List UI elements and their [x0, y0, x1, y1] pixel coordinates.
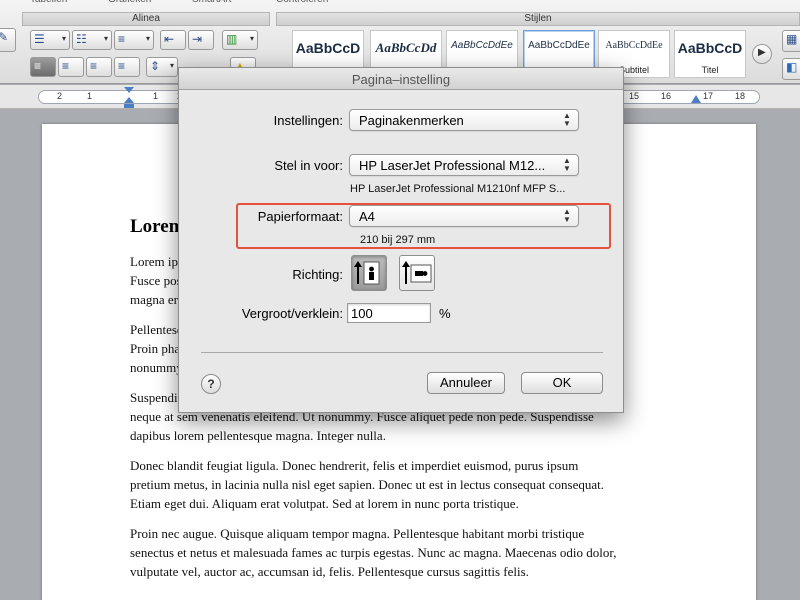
- ribbon-tabs: Tabellen Grafieken SmartArt Controleren: [0, 0, 800, 8]
- style-sample: AaBbCcDdEe: [451, 40, 513, 51]
- style-sample: AaBbCcDd: [375, 40, 437, 55]
- format-painter-icon: ✎: [0, 30, 9, 44]
- scale-unit: %: [439, 306, 451, 321]
- justify-icon: ≡: [118, 59, 126, 73]
- ok-button[interactable]: OK: [521, 372, 603, 394]
- style-sample: AaBbCcDdEe: [605, 40, 663, 51]
- outdent-icon: ⇤: [164, 32, 175, 46]
- styles-next-button[interactable]: ▶: [752, 44, 772, 64]
- landscape-icon: [402, 261, 432, 284]
- scale-value: 100: [351, 306, 373, 321]
- styles-pane-icon: ▦: [786, 32, 798, 46]
- paragraph-line: dapibus lorem pellentesque magna. Intege…: [130, 428, 386, 443]
- multilevel-list-button[interactable]: ≡ ▾: [114, 30, 154, 50]
- style-sample: AaBbCcDdEe: [528, 40, 590, 51]
- style-title[interactable]: AaBbCcD Titel: [674, 30, 746, 78]
- portrait-icon: [354, 261, 380, 285]
- align-center-button[interactable]: ≡: [58, 57, 84, 77]
- paragraph-line: Etiam eget dui. Aliquam erat volutpat. S…: [130, 496, 519, 511]
- numbering-button[interactable]: ☷ ▾: [72, 30, 112, 50]
- format-for-value: HP LaserJet Professional M12...: [359, 158, 546, 173]
- tab-smartart[interactable]: SmartArt: [192, 0, 231, 8]
- line-spacing-button[interactable]: ⇕ ▾: [146, 57, 178, 77]
- styles-pane-button[interactable]: ▦: [782, 30, 800, 52]
- play-right-icon: ▶: [758, 47, 766, 58]
- right-indent-marker-icon[interactable]: [691, 95, 701, 103]
- bullets-button[interactable]: ☰ ▾: [30, 30, 70, 50]
- format-painter-button[interactable]: ✎: [0, 28, 16, 52]
- chevron-down-icon: ▾: [61, 34, 66, 43]
- orientation-label: Richting:: [292, 267, 343, 282]
- styles-manage-icon: ◧: [786, 60, 798, 74]
- increase-indent-button[interactable]: ⇥: [188, 30, 214, 50]
- chevron-down-icon: ▾: [169, 61, 174, 70]
- indent-marker-icon[interactable]: [123, 87, 135, 109]
- align-left-button[interactable]: ≡: [30, 57, 56, 77]
- ruler-number: 15: [629, 91, 640, 101]
- paragraph: Proin nec augue. Quisque aliquam tempor …: [130, 524, 678, 581]
- dialog-title-bar[interactable]: Pagina–instelling: [179, 68, 623, 90]
- ruler-number: 17: [703, 91, 714, 101]
- chevron-down-icon: ▾: [249, 34, 254, 43]
- tab-grafieken[interactable]: Grafieken: [108, 0, 151, 8]
- paragraph-line: senectus et netus et malesuada fames ac …: [130, 545, 617, 560]
- align-right-icon: ≡: [90, 59, 98, 73]
- ruler-number: 18: [735, 91, 746, 101]
- paragraph-line: Donec blandit feugiat ligula. Donec hend…: [130, 458, 579, 473]
- updown-arrows-icon: ▲ ▼: [563, 156, 571, 173]
- indent-icon: ⇥: [192, 32, 203, 46]
- columns-button[interactable]: ▥ ▾: [222, 30, 258, 50]
- dialog-separator: [201, 352, 603, 353]
- style-sample: AaBbCcD: [677, 40, 743, 56]
- align-left-icon: ≡: [34, 59, 42, 73]
- ruler-number: 1: [153, 91, 159, 101]
- multilevel-list-icon: ≡: [118, 32, 126, 46]
- scale-input[interactable]: 100: [347, 303, 431, 323]
- scale-label: Vergroot/verklein:: [241, 306, 343, 321]
- ruler-number: 2: [57, 91, 63, 101]
- paragraph: Donec blandit feugiat ligula. Donec hend…: [130, 456, 678, 513]
- numbered-list-icon: ☷: [76, 32, 87, 46]
- updown-arrows-icon: ▲ ▼: [563, 111, 571, 128]
- bullet-list-icon: ☰: [34, 32, 45, 46]
- settings-label: Instellingen:: [273, 113, 343, 128]
- group-title-stijlen: Stijlen: [276, 12, 800, 26]
- orientation-portrait-button[interactable]: [351, 255, 387, 291]
- dialog-title: Pagina–instelling: [351, 72, 451, 87]
- justify-button[interactable]: ≡: [114, 57, 140, 77]
- paragraph-line: vulputate vel, auctor ac, accumsan id, f…: [130, 564, 529, 579]
- format-for-label: Stel in voor:: [274, 158, 343, 173]
- chevron-down-icon: ▾: [145, 34, 150, 43]
- paragraph-line: pretium metus, in lacinia nulla nisl ege…: [130, 477, 605, 492]
- chevron-down-icon: ▾: [103, 34, 108, 43]
- align-right-button[interactable]: ≡: [86, 57, 112, 77]
- orientation-landscape-button[interactable]: [399, 255, 435, 291]
- ruler-number: 1: [87, 91, 93, 101]
- group-title-alinea: Alinea: [22, 12, 270, 26]
- paper-size-highlight: [236, 203, 611, 249]
- document-heading: Lorem: [130, 216, 185, 237]
- styles-manage-button[interactable]: ◧: [782, 58, 800, 80]
- columns-icon: ▥: [226, 32, 238, 46]
- tab-controleren[interactable]: Controleren: [276, 0, 328, 8]
- paragraph-line: Proin nec augue. Quisque aliquam tempor …: [130, 526, 585, 541]
- format-for-popup[interactable]: HP LaserJet Professional M12... ▲ ▼: [349, 154, 579, 176]
- settings-popup[interactable]: Paginakenmerken ▲ ▼: [349, 109, 579, 131]
- help-button[interactable]: ?: [201, 374, 221, 394]
- line-spacing-icon: ⇕: [150, 59, 161, 73]
- tab-tabellen[interactable]: Tabellen: [30, 0, 67, 8]
- page-setup-dialog: Pagina–instelling Instellingen: Paginake…: [178, 67, 624, 413]
- style-sample: AaBbCcD: [295, 40, 361, 56]
- settings-value: Paginakenmerken: [359, 113, 464, 128]
- align-center-icon: ≡: [62, 59, 70, 73]
- style-name: Titel: [701, 65, 719, 75]
- decrease-indent-button[interactable]: ⇤: [160, 30, 186, 50]
- printer-detail: HP LaserJet Professional M1210nf MFP S..…: [350, 183, 566, 195]
- cancel-button[interactable]: Annuleer: [427, 372, 505, 394]
- ruler-number: 16: [661, 91, 672, 101]
